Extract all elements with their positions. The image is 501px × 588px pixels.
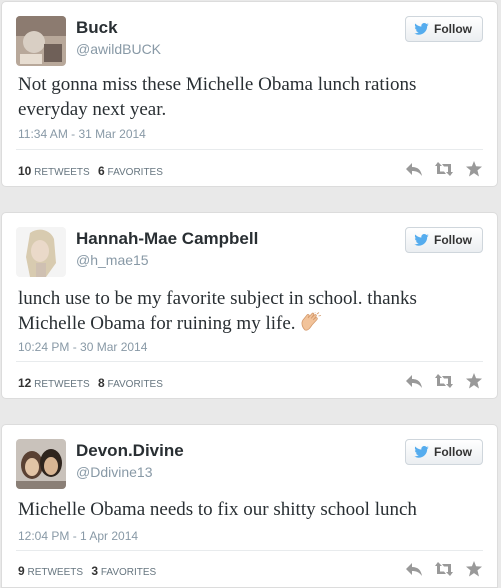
avatar[interactable] — [16, 439, 66, 489]
favorites-label: FAVORITES — [100, 567, 157, 578]
retweet-icon[interactable] — [435, 561, 453, 577]
follow-label: Follow — [434, 233, 472, 247]
favorites-label: FAVORITES — [107, 379, 163, 390]
tweet-text-content: lunch use to be my favorite subject in s… — [18, 288, 417, 334]
retweet-icon[interactable] — [435, 373, 453, 389]
divider — [16, 361, 483, 362]
follow-button[interactable]: Follow — [405, 227, 483, 253]
favorite-count[interactable]: 8 — [98, 376, 105, 390]
star-icon[interactable] — [465, 161, 483, 177]
avatar[interactable] — [16, 227, 66, 277]
reply-icon[interactable] — [405, 561, 423, 577]
retweet-count[interactable]: 9 — [18, 564, 25, 578]
reply-icon[interactable] — [405, 161, 423, 177]
follow-label: Follow — [434, 445, 472, 459]
twitter-bird-icon — [414, 446, 429, 458]
display-name[interactable]: Buck — [76, 18, 118, 38]
avatar[interactable] — [16, 16, 66, 66]
favorites-label: FAVORITES — [107, 167, 163, 178]
retweets-label: RETWEETS — [34, 379, 90, 390]
timestamp[interactable]: 11:34 AM - 31 Mar 2014 — [18, 127, 146, 141]
follow-button[interactable]: Follow — [405, 439, 483, 465]
retweet-count[interactable]: 12 — [18, 376, 31, 390]
favorite-count[interactable]: 6 — [98, 164, 105, 178]
username[interactable]: @Ddivine13 — [76, 464, 152, 480]
tweet-actions — [405, 161, 483, 177]
tweet-text: Michelle Obama needs to fix our shitty s… — [18, 499, 417, 520]
divider — [16, 149, 483, 150]
username[interactable]: @awildBUCK — [76, 41, 161, 57]
timestamp[interactable]: 10:24 PM - 30 Mar 2014 — [18, 340, 147, 354]
retweets-label: RETWEETS — [34, 167, 90, 178]
display-name[interactable]: Devon.Divine — [76, 441, 184, 461]
reply-icon[interactable] — [405, 373, 423, 389]
divider — [16, 550, 483, 551]
twitter-bird-icon — [414, 23, 429, 35]
tweet-stats: 12 RETWEETS 8 FAVORITES — [18, 376, 163, 390]
tweet-text: Not gonna miss these Michelle Obama lunc… — [18, 74, 417, 120]
tweet-actions — [405, 373, 483, 389]
retweet-count[interactable]: 10 — [18, 164, 31, 178]
clapping-hands-emoji — [301, 310, 322, 331]
favorite-count[interactable]: 3 — [91, 564, 98, 578]
tweet-actions — [405, 561, 483, 577]
follow-button[interactable]: Follow — [405, 16, 483, 42]
tweet-card: Devon.Divine @Ddivine13 Follow Michelle … — [1, 424, 498, 588]
follow-label: Follow — [434, 22, 472, 36]
star-icon[interactable] — [465, 561, 483, 577]
tweet-stats: 10 RETWEETS 6 FAVORITES — [18, 164, 163, 178]
display-name[interactable]: Hannah-Mae Campbell — [76, 229, 258, 249]
tweet-stats: 9 RETWEETS 3 FAVORITES — [18, 564, 156, 578]
retweet-icon[interactable] — [435, 161, 453, 177]
star-icon[interactable] — [465, 373, 483, 389]
retweets-label: RETWEETS — [27, 567, 84, 578]
tweet-card: Buck @awildBUCK Follow Not gonna miss th… — [1, 1, 498, 187]
tweet-card: Hannah-Mae Campbell @h_mae15 Follow lunc… — [1, 212, 498, 399]
tweet-text: lunch use to be my favorite subject in s… — [18, 286, 483, 336]
username[interactable]: @h_mae15 — [76, 252, 149, 268]
twitter-bird-icon — [414, 234, 429, 246]
timestamp[interactable]: 12:04 PM - 1 Apr 2014 — [18, 529, 138, 543]
